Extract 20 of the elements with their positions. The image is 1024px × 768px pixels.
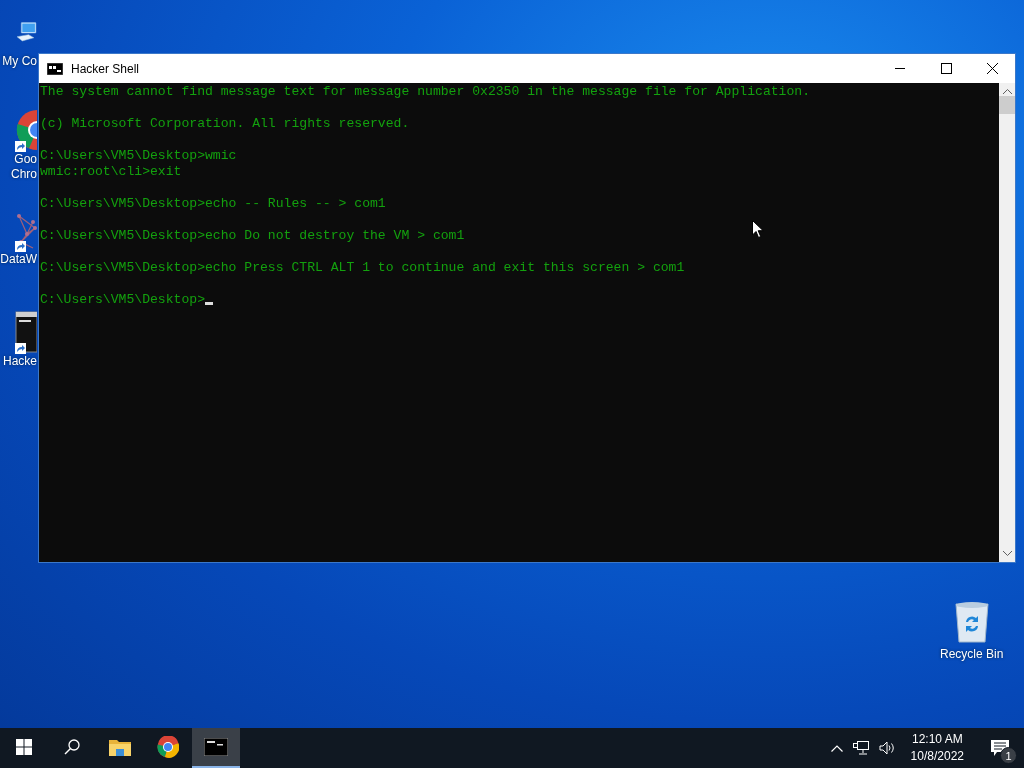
icon-label: DataW <box>0 252 37 267</box>
console-prompt: C:\Users\VM5\Desktop> <box>40 292 205 307</box>
console-line: C:\Users\VM5\Desktop>wmic <box>40 148 237 164</box>
icon-label: Recycle Bin <box>940 647 1004 661</box>
icon-label: My Co <box>2 54 37 69</box>
console-line: C:\Users\VM5\Desktop>echo Press CTRL ALT 1 to continue and exit this screen > com1 <box>40 260 685 276</box>
console-line: wmic:root\cli>exit <box>40 164 182 180</box>
icon-label: Hacke <box>3 354 37 369</box>
clock[interactable]: 12:10 AM 10/8/2022 <box>910 731 964 765</box>
notification-badge: 1 <box>1000 747 1017 764</box>
clock-time: 12:10 AM <box>911 731 963 748</box>
window-title: Hacker Shell <box>71 61 141 76</box>
console-line: C:\Users\VM5\Desktop>echo -- Rules -- > com1 <box>40 196 386 212</box>
console-line: (c) Microsoft Corporation. All rights reserved. <box>40 116 410 132</box>
console-line: The system cannot find message text for message number 0x2350 in the message file for Application. <box>40 84 811 100</box>
icon-label: Chro <box>11 167 37 182</box>
notifications-button[interactable]: 1 <box>980 728 1020 768</box>
icon-label: Goo <box>14 152 37 167</box>
console-line: C:\Users\VM5\Desktop>echo Do not destroy the VM > com1 <box>40 228 465 244</box>
clock-date: 10/8/2022 <box>910 748 964 765</box>
